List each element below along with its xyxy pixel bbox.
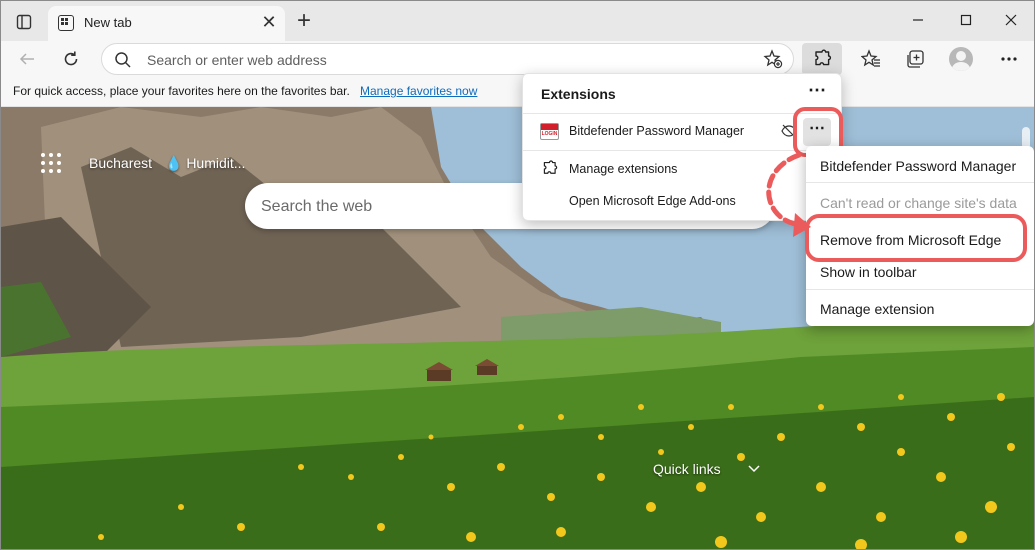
new-tab-favicon-icon [58,15,74,31]
add-favorite-icon[interactable] [763,49,783,72]
maximize-button[interactable] [951,9,981,31]
apps-launcher-icon[interactable] [41,153,63,175]
tab-title: New tab [84,15,132,30]
divider [806,289,1034,290]
divider [806,182,1034,183]
browser-window: New tab ✕ + Search or enter web address … [0,0,1035,550]
context-item-extension-name[interactable]: Bitdefender Password Manager [820,158,1016,174]
settings-more-icon[interactable] [995,45,1023,73]
address-bar[interactable] [101,43,794,75]
extensions-more-icon[interactable]: ⋯ [808,80,827,101]
favorites-icon[interactable] [857,45,885,73]
puzzle-icon [541,160,558,180]
weather-humidity[interactable]: 💧 Humidit... [165,155,245,172]
favorites-bar: For quick access, place your favorites h… [1,77,1034,107]
chevron-down-icon[interactable] [747,461,761,478]
quick-links-toggle[interactable]: Quick links [653,461,721,477]
tab-new-tab[interactable]: New tab ✕ [48,6,285,41]
annotation-arrow-icon [766,152,811,237]
context-item-site-access: Can't read or change site's data [820,195,1017,211]
new-tab-button[interactable]: + [291,9,317,35]
extension-name: Bitdefender Password Manager [569,124,745,138]
web-search-input[interactable] [261,196,561,218]
extensions-icon[interactable] [802,43,842,75]
weather-location[interactable]: Bucharest [89,155,152,171]
back-arrow-icon[interactable] [13,45,41,73]
profile-avatar[interactable] [949,47,973,71]
search-icon [114,51,132,72]
context-item-show-in-toolbar[interactable]: Show in toolbar [820,264,917,280]
tab-close-icon[interactable]: ✕ [259,12,279,32]
navigation-bar [1,41,1034,77]
manage-extensions-label: Manage extensions [569,162,678,176]
context-item-manage-extension[interactable]: Manage extension [820,301,934,317]
open-edge-addons-label: Open Microsoft Edge Add-ons [569,194,736,208]
minimize-button[interactable] [903,9,933,31]
tab-actions-icon[interactable] [10,10,38,34]
manage-favorites-link[interactable]: Manage favorites now [360,84,477,98]
refresh-icon[interactable] [57,45,85,73]
collections-icon[interactable] [901,45,929,73]
address-input[interactable] [147,50,707,70]
highlight-ring-remove-option [805,214,1027,262]
extensions-popup-title: Extensions [541,86,616,102]
bitdefender-logo-icon [540,123,559,140]
close-window-button[interactable] [996,9,1026,31]
favorites-bar-message: For quick access, place your favorites h… [13,84,350,98]
title-bar: New tab ✕ + [1,1,1034,41]
